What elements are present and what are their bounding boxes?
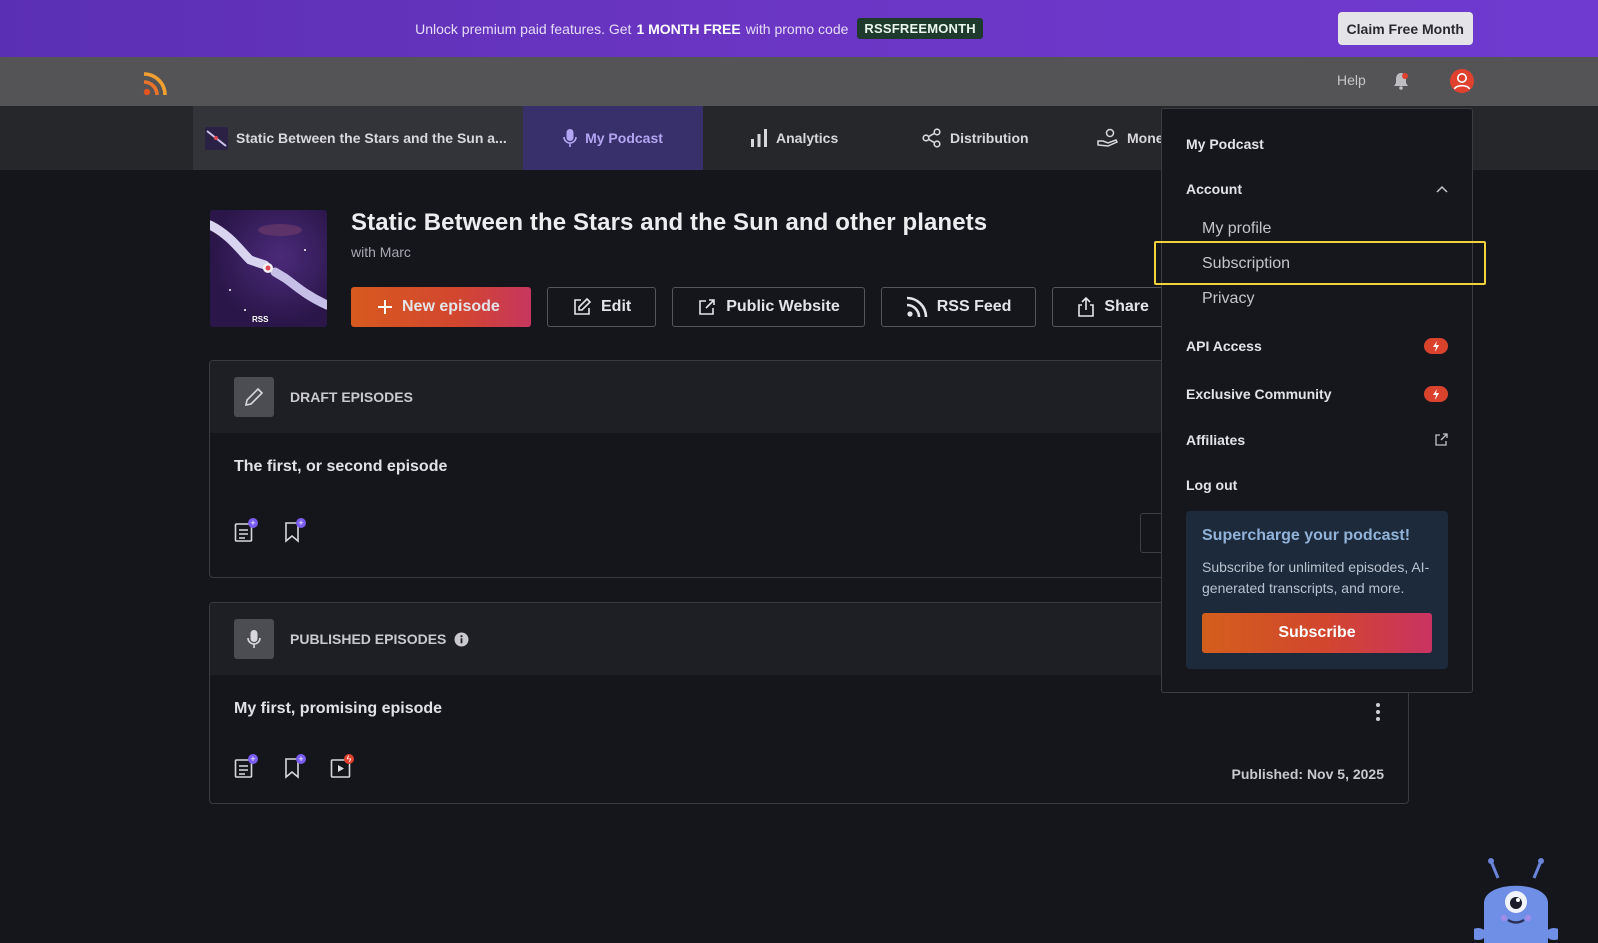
menu-item-my-podcast[interactable]: My Podcast bbox=[1186, 136, 1264, 152]
microphone-icon bbox=[234, 619, 274, 659]
public-website-button[interactable]: Public Website bbox=[672, 287, 865, 327]
podcast-cover-art: RSS bbox=[210, 210, 327, 327]
new-episode-button[interactable]: New episode bbox=[351, 287, 531, 327]
published-episodes-title-wrap: PUBLISHED EPISODES bbox=[290, 631, 469, 647]
plus-badge-icon: + bbox=[248, 518, 258, 528]
draft-episodes-title: DRAFT EPISODES bbox=[290, 389, 413, 405]
episode-menu-icon[interactable] bbox=[1376, 703, 1380, 724]
tab-monetization[interactable]: Mone bbox=[1097, 106, 1164, 170]
lightning-badge-icon bbox=[1424, 386, 1448, 402]
add-chapter-icon[interactable]: + bbox=[282, 518, 306, 543]
tab-distribution[interactable]: Distribution bbox=[922, 106, 1029, 170]
edit-label: Edit bbox=[601, 298, 632, 315]
plus-badge-icon: + bbox=[296, 754, 306, 764]
rss-feed-label: RSS Feed bbox=[936, 298, 1012, 315]
upgrade-promo-card: Supercharge your podcast! Subscribe for … bbox=[1186, 511, 1448, 669]
bell-icon[interactable] bbox=[1393, 72, 1409, 90]
promo-banner: Unlock premium paid features. Get 1 MONT… bbox=[0, 0, 1598, 57]
rss-icon bbox=[906, 296, 928, 318]
published-date: Published: Nov 5, 2025 bbox=[1231, 766, 1385, 782]
promo-code: RSSFREEMONTH bbox=[857, 18, 983, 39]
podcast-actions: New episode Edit Public Website RSS Feed… bbox=[351, 287, 1203, 327]
draft-episode-tools: + + bbox=[234, 518, 306, 543]
top-header: Help bbox=[0, 57, 1598, 106]
edit-button[interactable]: Edit bbox=[547, 287, 657, 327]
external-link-icon bbox=[699, 299, 716, 315]
user-avatar-icon[interactable] bbox=[1449, 68, 1475, 94]
claim-free-month-button[interactable]: Claim Free Month bbox=[1337, 12, 1473, 45]
add-transcript-icon[interactable]: + bbox=[234, 518, 258, 543]
public-website-label: Public Website bbox=[726, 298, 840, 315]
upgrade-promo-text: Subscribe for unlimited episodes, AI-gen… bbox=[1202, 559, 1430, 596]
podcast-host: with Marc bbox=[351, 244, 411, 260]
subscribe-button[interactable]: Subscribe bbox=[1202, 613, 1432, 653]
promo-text-after: with promo code bbox=[745, 20, 849, 37]
plus-badge-icon: + bbox=[296, 518, 306, 528]
menu-item-exclusive-community[interactable]: Exclusive Community bbox=[1186, 386, 1332, 402]
nav-podcast-label: Static Between the Stars and the Sun a..… bbox=[236, 130, 507, 146]
account-dropdown-menu: My Podcast Account My profile Subscripti… bbox=[1161, 108, 1473, 693]
plus-badge-icon: + bbox=[248, 754, 258, 764]
podcast-title: Static Between the Stars and the Sun and… bbox=[351, 209, 988, 236]
tab-monetization-label: Mone bbox=[1127, 130, 1164, 146]
share-label: Share bbox=[1104, 298, 1149, 315]
info-icon[interactable] bbox=[454, 632, 469, 647]
add-transcript-icon[interactable]: + bbox=[234, 754, 258, 779]
promo-text: Unlock premium paid features. Get bbox=[415, 20, 632, 37]
subscription-highlight bbox=[1154, 241, 1486, 285]
bar-chart-icon bbox=[751, 129, 767, 147]
upgrade-promo-title: Supercharge your podcast! bbox=[1202, 527, 1411, 544]
promo-highlight: 1 MONTH FREE bbox=[636, 20, 741, 37]
svg-text:RSS: RSS bbox=[252, 315, 269, 324]
nav-podcast-selector[interactable]: Static Between the Stars and the Sun a..… bbox=[193, 106, 523, 170]
hand-coin-icon bbox=[1097, 128, 1119, 147]
edit-icon bbox=[574, 297, 592, 315]
external-link-icon bbox=[1435, 433, 1448, 446]
tab-distribution-label: Distribution bbox=[950, 130, 1029, 146]
published-episode-title[interactable]: My first, promising episode bbox=[234, 700, 442, 718]
lightning-badge-icon bbox=[1424, 338, 1448, 354]
share-nodes-icon bbox=[922, 128, 941, 148]
rss-logo-icon[interactable] bbox=[143, 70, 169, 96]
menu-item-affiliates[interactable]: Affiliates bbox=[1186, 432, 1245, 448]
menu-item-account[interactable]: Account bbox=[1186, 181, 1242, 197]
rss-feed-button[interactable]: RSS Feed bbox=[880, 287, 1037, 327]
tab-analytics-label: Analytics bbox=[776, 130, 839, 146]
help-link[interactable]: Help bbox=[1337, 72, 1366, 88]
tab-my-podcast[interactable]: My Podcast bbox=[523, 106, 703, 170]
menu-item-api-access[interactable]: API Access bbox=[1186, 338, 1262, 354]
published-episodes-title: PUBLISHED EPISODES bbox=[290, 631, 447, 647]
podcast-thumbnail bbox=[205, 126, 228, 150]
menu-item-privacy[interactable]: Privacy bbox=[1202, 290, 1254, 308]
new-episode-label: New episode bbox=[402, 298, 500, 315]
add-chapter-icon[interactable]: + bbox=[282, 754, 306, 779]
video-clip-icon[interactable]: ϟ bbox=[330, 754, 354, 779]
tab-my-podcast-label: My Podcast bbox=[585, 130, 663, 146]
share-icon bbox=[1078, 297, 1095, 317]
pencil-icon bbox=[234, 377, 274, 417]
draft-episode-title[interactable]: The first, or second episode bbox=[234, 458, 447, 476]
menu-item-log-out[interactable]: Log out bbox=[1186, 477, 1237, 493]
plus-icon bbox=[378, 300, 392, 314]
chevron-up-icon[interactable] bbox=[1436, 185, 1448, 193]
published-episode-tools: + + ϟ bbox=[234, 754, 354, 779]
menu-item-my-profile[interactable]: My profile bbox=[1202, 220, 1271, 238]
chat-mascot-icon[interactable] bbox=[1474, 858, 1558, 943]
lightning-badge-icon: ϟ bbox=[344, 754, 354, 764]
tab-analytics[interactable]: Analytics bbox=[750, 106, 838, 170]
microphone-icon bbox=[563, 129, 577, 147]
